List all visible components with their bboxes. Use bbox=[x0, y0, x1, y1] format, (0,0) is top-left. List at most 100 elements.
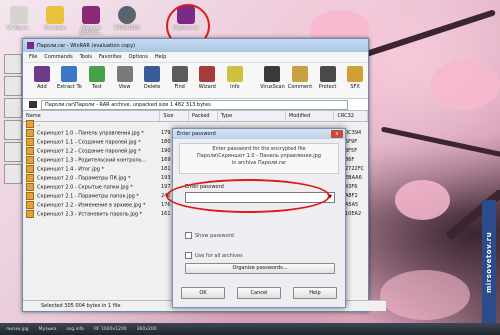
folder-icon bbox=[10, 6, 28, 24]
file-icon[interactable] bbox=[4, 164, 22, 184]
view-button[interactable]: View bbox=[112, 63, 138, 98]
dialog-titlebar[interactable]: Enter password x bbox=[173, 129, 345, 139]
wizard-label: Wizard bbox=[198, 84, 216, 90]
taskbar: лиcни.jpg Музыка ssg.info RF 1600x1200 3… bbox=[0, 323, 500, 335]
taskbar-item[interactable]: Музыка bbox=[39, 327, 57, 332]
find-icon bbox=[171, 66, 188, 82]
highlight-ellipse bbox=[166, 179, 330, 213]
jpg-file-icon bbox=[26, 182, 34, 191]
organize-passwords-button[interactable]: Organize passwords... bbox=[185, 263, 335, 274]
help-button[interactable]: Help bbox=[293, 287, 337, 299]
taskbar-item[interactable]: лиcни.jpg bbox=[6, 327, 29, 332]
desktop-icon[interactable]: Покупки ДОМАШ... bbox=[72, 6, 110, 36]
add-button[interactable]: Add bbox=[29, 63, 55, 98]
sfx-button[interactable]: SFX bbox=[342, 63, 368, 98]
info-icon bbox=[226, 66, 243, 82]
taskbar-item[interactable]: ssg.info bbox=[67, 327, 84, 332]
jpg-file-icon bbox=[26, 155, 34, 164]
sphere-icon bbox=[118, 6, 136, 24]
jpg-file-icon bbox=[26, 146, 34, 155]
use-for-all-label: Use for all archives bbox=[195, 252, 243, 259]
use-for-all-checkbox[interactable]: Use for all archives bbox=[185, 252, 243, 259]
add-icon bbox=[33, 66, 50, 82]
blossom bbox=[395, 180, 450, 220]
file-icon[interactable] bbox=[4, 142, 22, 162]
file-name: Скриншот 2.1 - Параметры папок.jpg * bbox=[37, 193, 139, 199]
window-titlebar[interactable]: Пароли.rar - WinRAR (evaluation copy) bbox=[23, 39, 368, 52]
delete-button[interactable]: Delete bbox=[139, 63, 165, 98]
virusscan-label: VirusScan bbox=[260, 84, 285, 90]
desktop-icon-label: Покупки ДОМАШ... bbox=[79, 26, 103, 36]
file-name: Скриншот 2.0 - Скрытые папки.jpg * bbox=[37, 184, 133, 190]
taskbar-item[interactable]: RF 1600x1200 bbox=[94, 327, 127, 332]
folder-up-icon bbox=[26, 119, 34, 128]
test-icon bbox=[88, 66, 105, 82]
dialog-info-text: Enter password for the encrypted file Па… bbox=[197, 146, 321, 166]
folder-icon bbox=[46, 6, 64, 24]
menu-tools[interactable]: Tools bbox=[80, 54, 92, 60]
comment-button[interactable]: Comment bbox=[287, 63, 313, 98]
jpg-file-icon bbox=[26, 128, 34, 137]
delete-icon bbox=[144, 66, 161, 82]
desktop-icon-label: PHOBO5ED bbox=[114, 26, 140, 31]
desktop-icon[interactable]: Фотошоп bbox=[36, 6, 74, 31]
file-icon[interactable] bbox=[4, 54, 22, 74]
status-text: Selected 305 004 bytes in 1 file bbox=[41, 303, 121, 309]
menu-bar: File Commands Tools Favorites Options He… bbox=[23, 52, 368, 63]
checkbox-box bbox=[185, 232, 192, 239]
file-icon[interactable] bbox=[4, 120, 22, 140]
path-bar: Пароли.rar\Пароли - RAR archive, unpacke… bbox=[23, 99, 368, 111]
file-name: Скриншот 1.4 - Итог.jpg * bbox=[37, 166, 105, 172]
window-title: Пароли.rar - WinRAR (evaluation copy) bbox=[37, 42, 136, 49]
cancel-button[interactable]: Cancel bbox=[237, 287, 281, 299]
file-name: .. bbox=[37, 121, 41, 127]
path-text: Пароли.rar\Пароли - RAR archive, unpacke… bbox=[45, 101, 211, 108]
menu-file[interactable]: File bbox=[29, 54, 37, 60]
info-button[interactable]: Info bbox=[222, 63, 248, 98]
menu-favorites[interactable]: Favorites bbox=[99, 54, 122, 60]
indesign-icon bbox=[82, 6, 100, 24]
checkbox-box bbox=[185, 252, 192, 259]
menu-options[interactable]: Options bbox=[129, 54, 148, 60]
file-name: Скриншот 1.3 - Родительский контроль... bbox=[37, 157, 147, 163]
file-name: Скриншот 2.2 - Изменение в архиве.jpg * bbox=[37, 202, 146, 208]
blossom bbox=[430, 60, 500, 110]
jpg-file-icon bbox=[26, 173, 34, 182]
path-field[interactable]: Пароли.rar\Пароли - RAR archive, unpacke… bbox=[41, 99, 348, 110]
extract-to-button[interactable]: Extract To bbox=[57, 63, 83, 98]
close-icon[interactable]: x bbox=[331, 130, 343, 138]
blossom bbox=[380, 270, 470, 320]
file-name: Скриншот 1.1 - Создание паролей.jpg * bbox=[37, 139, 141, 145]
virusscan-button[interactable]: VirusScan bbox=[260, 63, 286, 98]
file-icon[interactable] bbox=[4, 98, 22, 118]
list-item[interactable]: .. bbox=[23, 119, 368, 128]
find-button[interactable]: Find bbox=[167, 63, 193, 98]
desktop-icon-label: Фотошоп bbox=[44, 26, 66, 31]
sfx-label: SFX bbox=[350, 84, 360, 90]
comment-label: Comment bbox=[287, 84, 313, 90]
ok-button[interactable]: OK bbox=[181, 287, 225, 299]
menu-commands[interactable]: Commands bbox=[44, 54, 72, 60]
winrar-icon bbox=[27, 42, 34, 49]
menu-help[interactable]: Help bbox=[155, 54, 166, 60]
jpg-file-icon bbox=[26, 137, 34, 146]
view-label: View bbox=[118, 84, 131, 90]
desktop-icon[interactable]: SY Юрий... bbox=[0, 6, 38, 31]
file-name: Скриншот 1.0 - Панель управления.jpg * bbox=[37, 130, 144, 136]
find-label: Find bbox=[174, 84, 185, 90]
dialog-info-box: Enter password for the encrypted file Па… bbox=[179, 143, 339, 174]
tree-branch bbox=[380, 126, 500, 159]
desktop-icon[interactable]: PHOBO5ED bbox=[108, 6, 146, 31]
test-label: Test bbox=[92, 84, 102, 90]
add-label: Add bbox=[36, 84, 47, 90]
wizard-button[interactable]: Wizard bbox=[194, 63, 220, 98]
file-icon[interactable] bbox=[4, 76, 22, 96]
test-button[interactable]: Test bbox=[84, 63, 110, 98]
show-password-label: Show password bbox=[195, 232, 234, 239]
desktop-left-strip bbox=[0, 52, 24, 322]
taskbar-item[interactable]: 360x200 bbox=[137, 327, 157, 332]
up-folder-icon[interactable] bbox=[29, 101, 37, 108]
protect-button[interactable]: Protect bbox=[315, 63, 341, 98]
protect-label: Protect bbox=[318, 84, 337, 90]
show-password-checkbox[interactable]: Show password bbox=[185, 232, 234, 239]
